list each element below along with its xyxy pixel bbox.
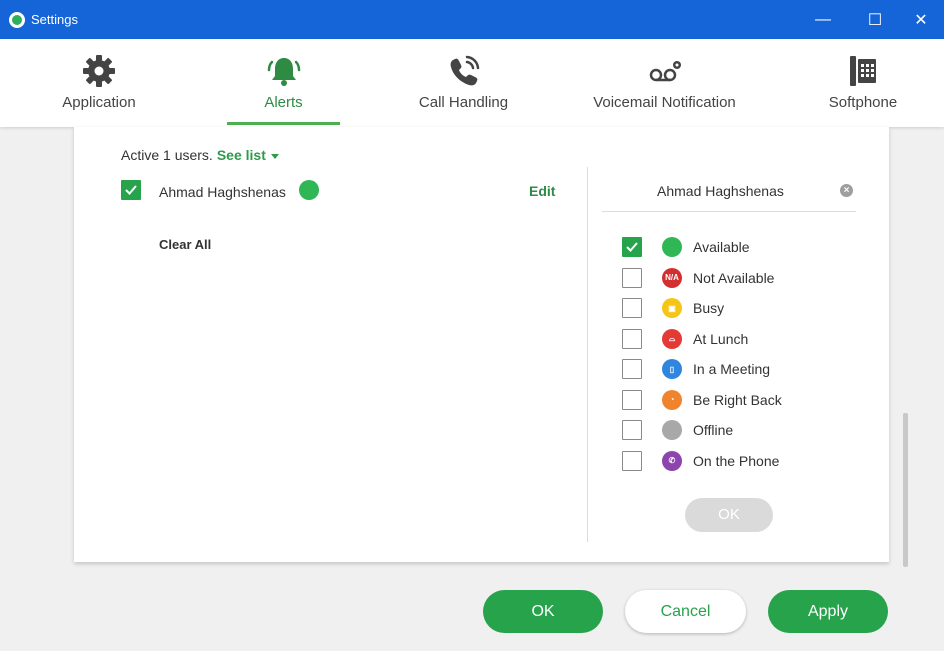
status-checkbox[interactable] [622, 420, 642, 440]
tab-application[interactable]: Application [47, 39, 151, 127]
tab-label: Softphone [828, 94, 898, 111]
gear-icon [83, 55, 115, 87]
tab-softphone[interactable]: Softphone [823, 39, 903, 127]
status-checkbox[interactable] [622, 389, 642, 410]
panel-user-name: Ahmad Haghshenas [657, 183, 784, 199]
checkmark-icon [626, 242, 638, 252]
status-icon: ✆ [662, 450, 682, 471]
phone-ringing-icon [450, 55, 479, 86]
active-users-line: Active 1 users. See list [121, 147, 279, 163]
panel-divider [602, 211, 856, 212]
status-option[interactable]: Offline [622, 420, 842, 440]
status-icon: N/A [662, 267, 682, 288]
status-option[interactable]: ◔ Be Right Back [622, 389, 842, 410]
status-option[interactable]: ✆ On the Phone [622, 450, 842, 471]
divider [587, 167, 588, 542]
apply-button[interactable]: Apply [768, 590, 888, 633]
clear-all-link[interactable]: Clear All [159, 237, 211, 252]
status-option[interactable]: ▯ In a Meeting [622, 359, 842, 379]
maximize-button[interactable]: ☐ [852, 0, 898, 39]
status-icon [662, 237, 682, 257]
status-option[interactable]: ▣ Busy [622, 298, 842, 318]
status-label: At Lunch [693, 330, 749, 347]
app-logo-icon [9, 12, 25, 28]
status-icon: ⌓ [662, 328, 682, 349]
status-icon [662, 420, 682, 440]
status-checkbox[interactable] [622, 267, 642, 288]
window-title: Settings [31, 12, 78, 27]
tab-label: Application [62, 94, 136, 111]
caret-down-icon [270, 153, 279, 159]
status-checkbox[interactable] [622, 328, 642, 349]
status-label: On the Phone [693, 452, 780, 469]
tab-call-handling[interactable]: Call Handling [412, 39, 515, 127]
status-icon: ▯ [662, 359, 682, 379]
checkmark-icon [125, 185, 137, 195]
see-list-label: See list [216, 147, 266, 163]
status-checkbox[interactable] [622, 450, 642, 471]
status-label: Busy [693, 300, 725, 316]
tab-voicemail-notification[interactable]: Voicemail Notification [587, 39, 742, 127]
tab-alerts[interactable]: Alerts [227, 39, 340, 127]
status-icon: ◔ [662, 389, 682, 410]
user-status-dot [299, 180, 319, 200]
status-label: Be Right Back [693, 391, 782, 408]
status-option[interactable]: N/A Not Available [622, 267, 842, 288]
active-users-text: Active 1 users. [121, 147, 213, 163]
ok-button[interactable]: OK [483, 590, 603, 633]
cancel-button[interactable]: Cancel [625, 590, 746, 633]
title-bar: Settings — ☐ ✕ [0, 0, 944, 39]
status-checkbox[interactable] [622, 298, 642, 318]
status-label: Not Available [693, 269, 775, 286]
close-panel-icon[interactable]: × [840, 184, 853, 197]
user-checkbox[interactable] [121, 180, 141, 200]
see-list-link[interactable]: See list [217, 147, 279, 163]
panel-ok-button[interactable]: OK [685, 498, 773, 532]
minimize-button[interactable]: — [800, 0, 846, 39]
edit-link[interactable]: Edit [529, 183, 555, 199]
status-checkbox[interactable] [622, 237, 642, 257]
status-label: In a Meeting [693, 361, 771, 377]
active-tab-indicator [227, 122, 340, 125]
alerts-card: Active 1 users. See list Ahmad Haghshenas… [74, 127, 889, 562]
tab-label: Alerts [264, 94, 303, 111]
status-icon: ▣ [662, 298, 682, 318]
voicemail-icon [649, 61, 681, 82]
status-option[interactable]: ⌓ At Lunch [622, 328, 842, 349]
tab-label: Call Handling [418, 94, 509, 111]
scrollbar-thumb[interactable] [903, 413, 908, 567]
status-label: Available [693, 239, 750, 255]
desk-phone-icon [850, 56, 876, 86]
tab-label: Voicemail Notification [593, 94, 736, 111]
user-name: Ahmad Haghshenas [159, 184, 286, 200]
status-option[interactable]: Available [622, 237, 842, 257]
settings-tabs: Application Alerts Call Handling Voicema… [0, 39, 944, 127]
close-window-button[interactable]: ✕ [898, 0, 944, 39]
bell-icon [267, 58, 300, 86]
status-checkbox[interactable] [622, 359, 642, 379]
status-label: Offline [693, 422, 734, 438]
